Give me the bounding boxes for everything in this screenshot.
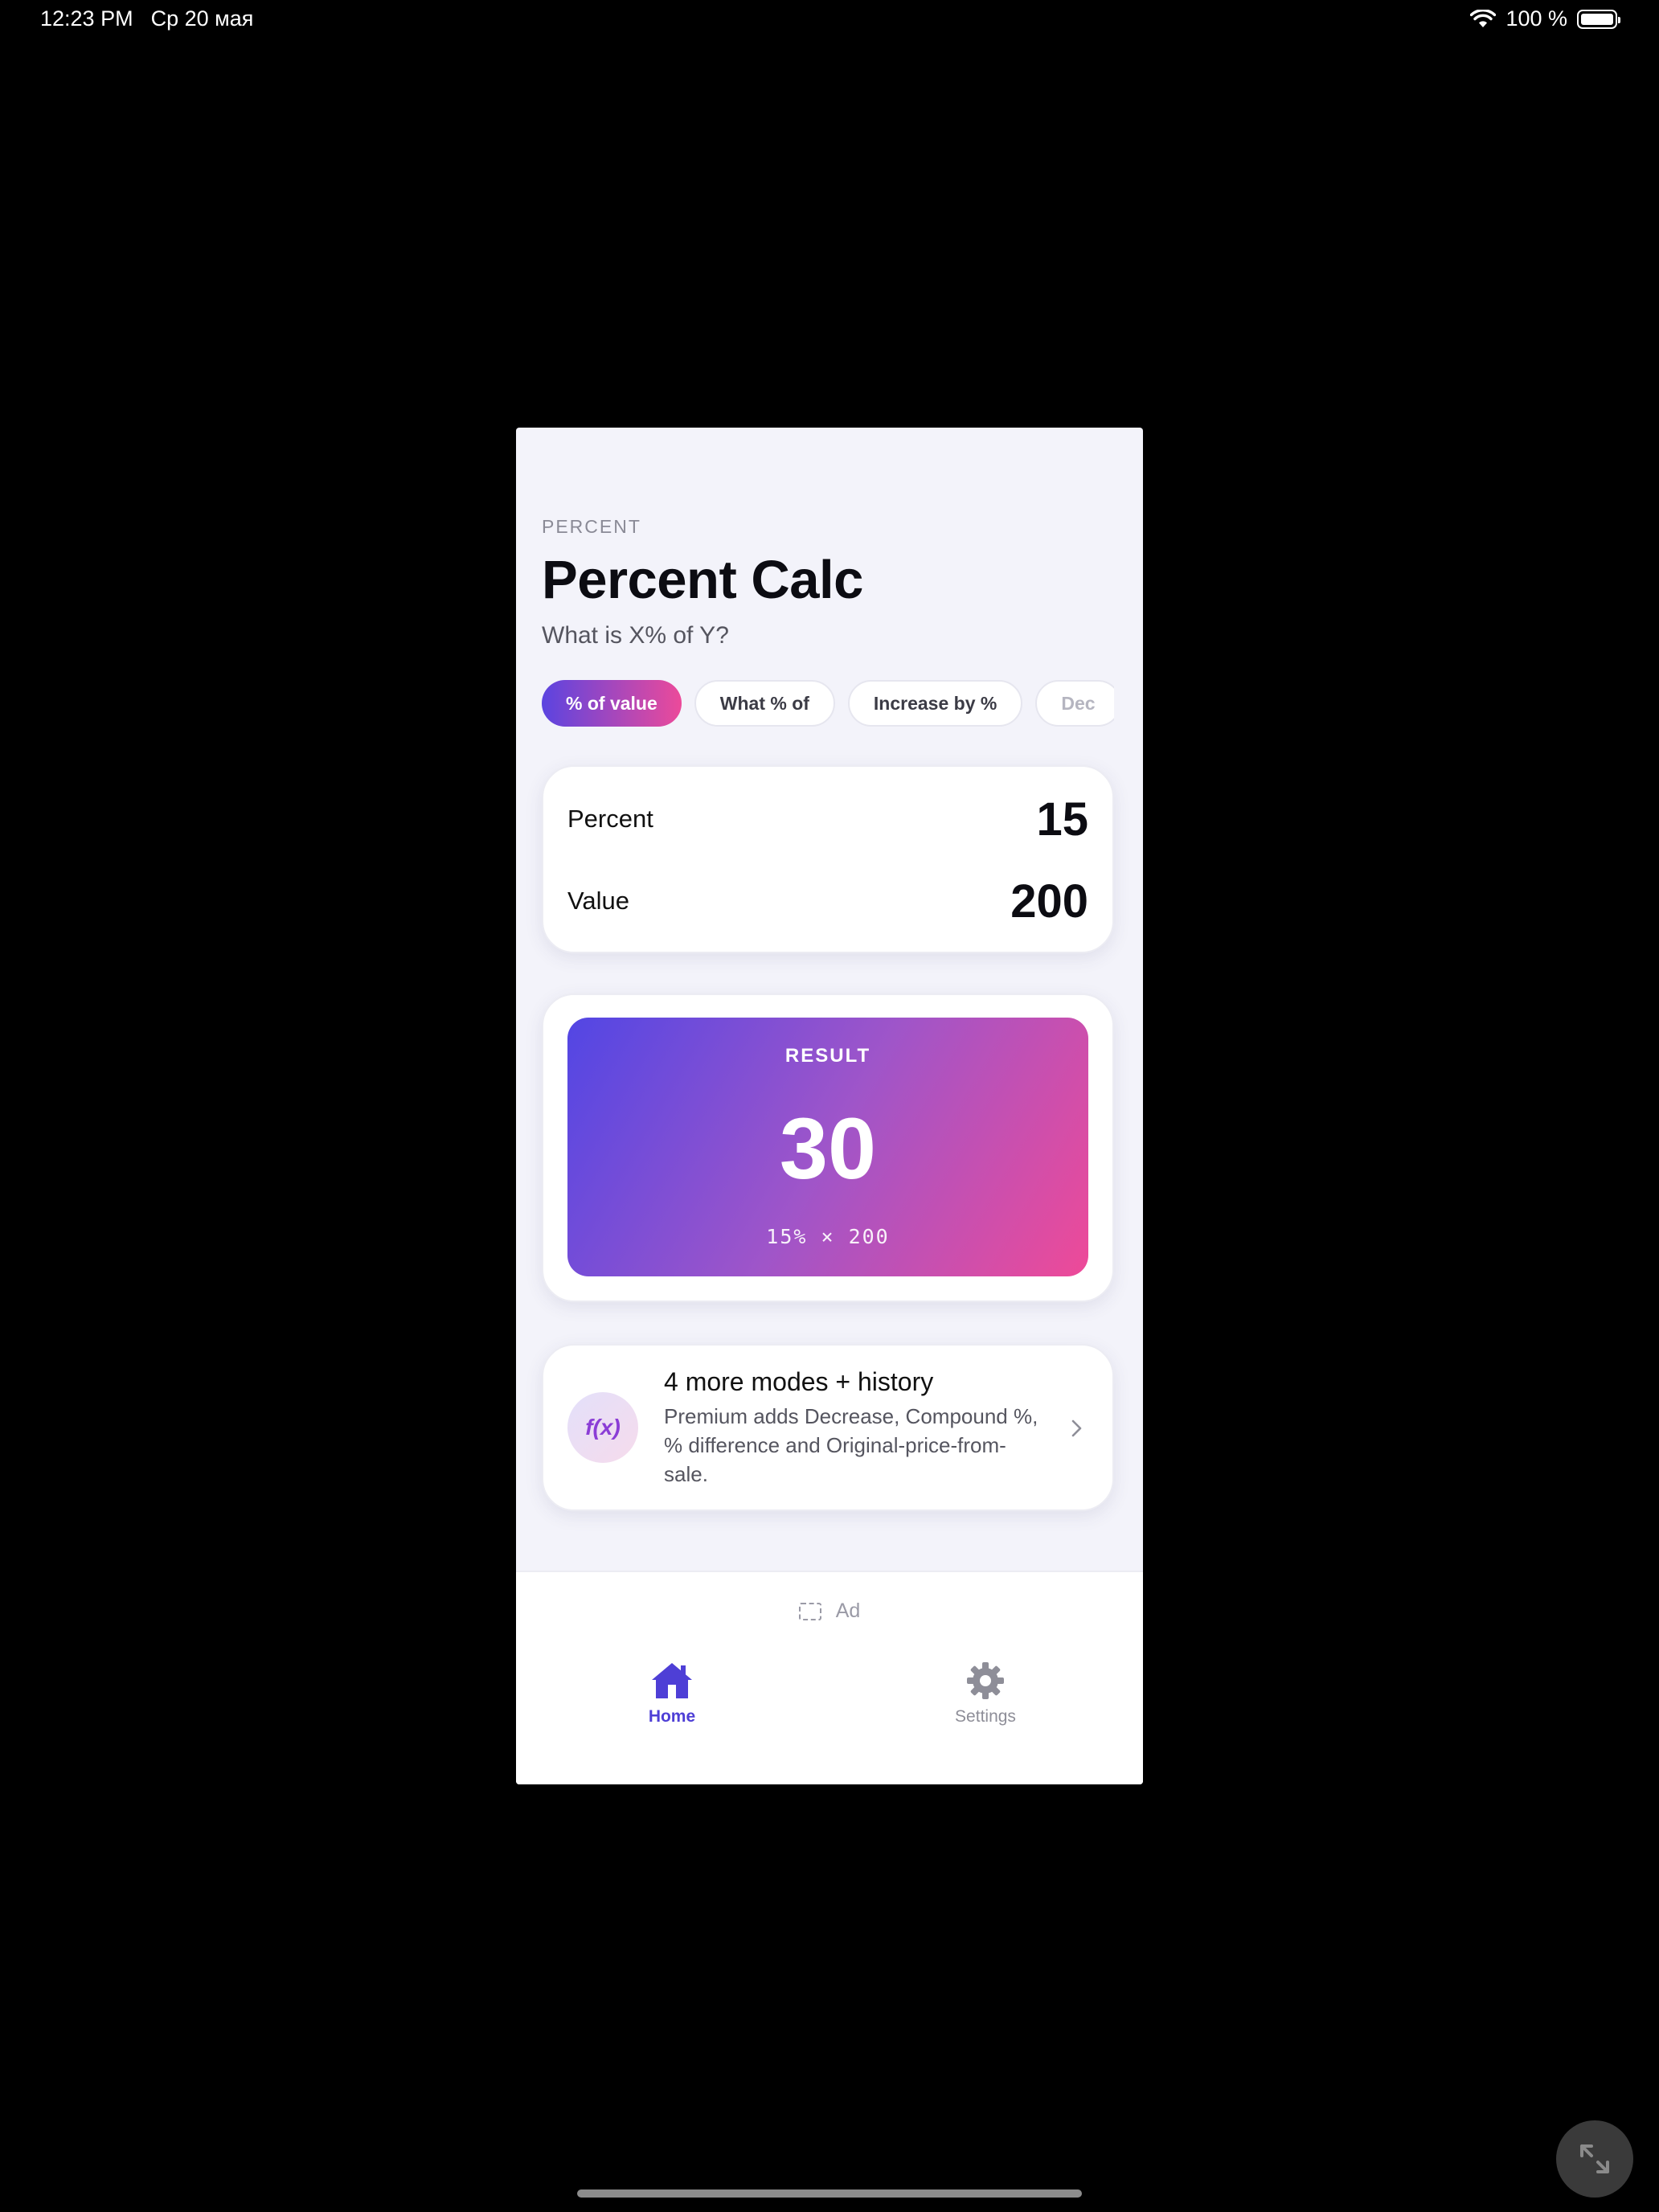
expand-button[interactable]	[1556, 2120, 1633, 2198]
tab-settings[interactable]: Settings	[905, 1661, 1066, 1727]
page-title: Percent Calc	[542, 550, 863, 610]
status-bar-left: 12:23 PM Ср 20 мая	[40, 6, 253, 31]
promo-text: 4 more modes + history Premium adds Decr…	[664, 1367, 1042, 1489]
battery-icon	[1577, 9, 1620, 29]
home-label: Home	[648, 1707, 696, 1726]
result-card: RESULT 30 15% × 200	[542, 993, 1114, 1302]
home-indicator[interactable]	[577, 2189, 1082, 2198]
tab-increase-by-percent[interactable]: Increase by %	[847, 680, 1023, 727]
page-subtitle: What is X% of Y?	[542, 622, 729, 649]
promo-description: Premium adds Decrease, Compound %, % dif…	[664, 1403, 1038, 1486]
page-eyebrow: PERCENT	[542, 516, 641, 537]
value-row[interactable]: Value 200	[567, 860, 1088, 942]
value-label: Value	[567, 887, 629, 915]
status-date: Ср 20 мая	[150, 6, 254, 31]
result-panel: RESULT 30 15% × 200	[567, 1018, 1088, 1276]
promo-title: 4 more modes + history	[664, 1366, 934, 1396]
battery-percent: 100 %	[1505, 6, 1567, 31]
tab-what-percent-of[interactable]: What % of	[694, 680, 835, 727]
percent-field[interactable]: 15	[1036, 793, 1088, 846]
ad-placeholder-icon	[798, 1602, 821, 1620]
function-icon: f(x)	[567, 1392, 638, 1463]
settings-label: Settings	[955, 1707, 1016, 1726]
tab-percent-of-value[interactable]: % of value	[542, 680, 682, 727]
chevron-right-icon	[1071, 1419, 1082, 1437]
percent-row[interactable]: Percent 15	[567, 778, 1088, 860]
inputs-card: Percent 15 Value 200	[542, 765, 1114, 953]
main-content: PERCENT Percent Calc What is X% of Y? % …	[542, 516, 1114, 1511]
gear-icon	[967, 1662, 1004, 1699]
result-value: 30	[779, 1100, 877, 1197]
tab-home[interactable]: Home	[592, 1661, 752, 1727]
value-field[interactable]: 200	[1010, 875, 1088, 928]
ad-label: Ad	[835, 1600, 861, 1622]
wifi-icon	[1470, 9, 1497, 27]
app-window: PERCENT Percent Calc What is X% of Y? % …	[516, 428, 1143, 1784]
expand-icon	[1580, 2144, 1609, 2173]
result-formula: 15% × 200	[766, 1225, 890, 1248]
premium-promo-card[interactable]: f(x) 4 more modes + history Premium adds…	[542, 1344, 1114, 1511]
status-bar-right: 100 %	[1470, 6, 1620, 31]
home-icon	[652, 1663, 692, 1698]
ad-banner[interactable]: Ad	[516, 1600, 1143, 1623]
percent-label: Percent	[567, 805, 653, 833]
status-time: 12:23 PM	[40, 6, 133, 31]
mode-tabs: % of value What % of Increase by % Dec	[542, 680, 1114, 727]
bottom-bar: Ad Home Settings	[516, 1571, 1143, 1784]
tab-decrease[interactable]: Dec	[1035, 680, 1114, 727]
result-label: RESULT	[784, 1045, 871, 1067]
